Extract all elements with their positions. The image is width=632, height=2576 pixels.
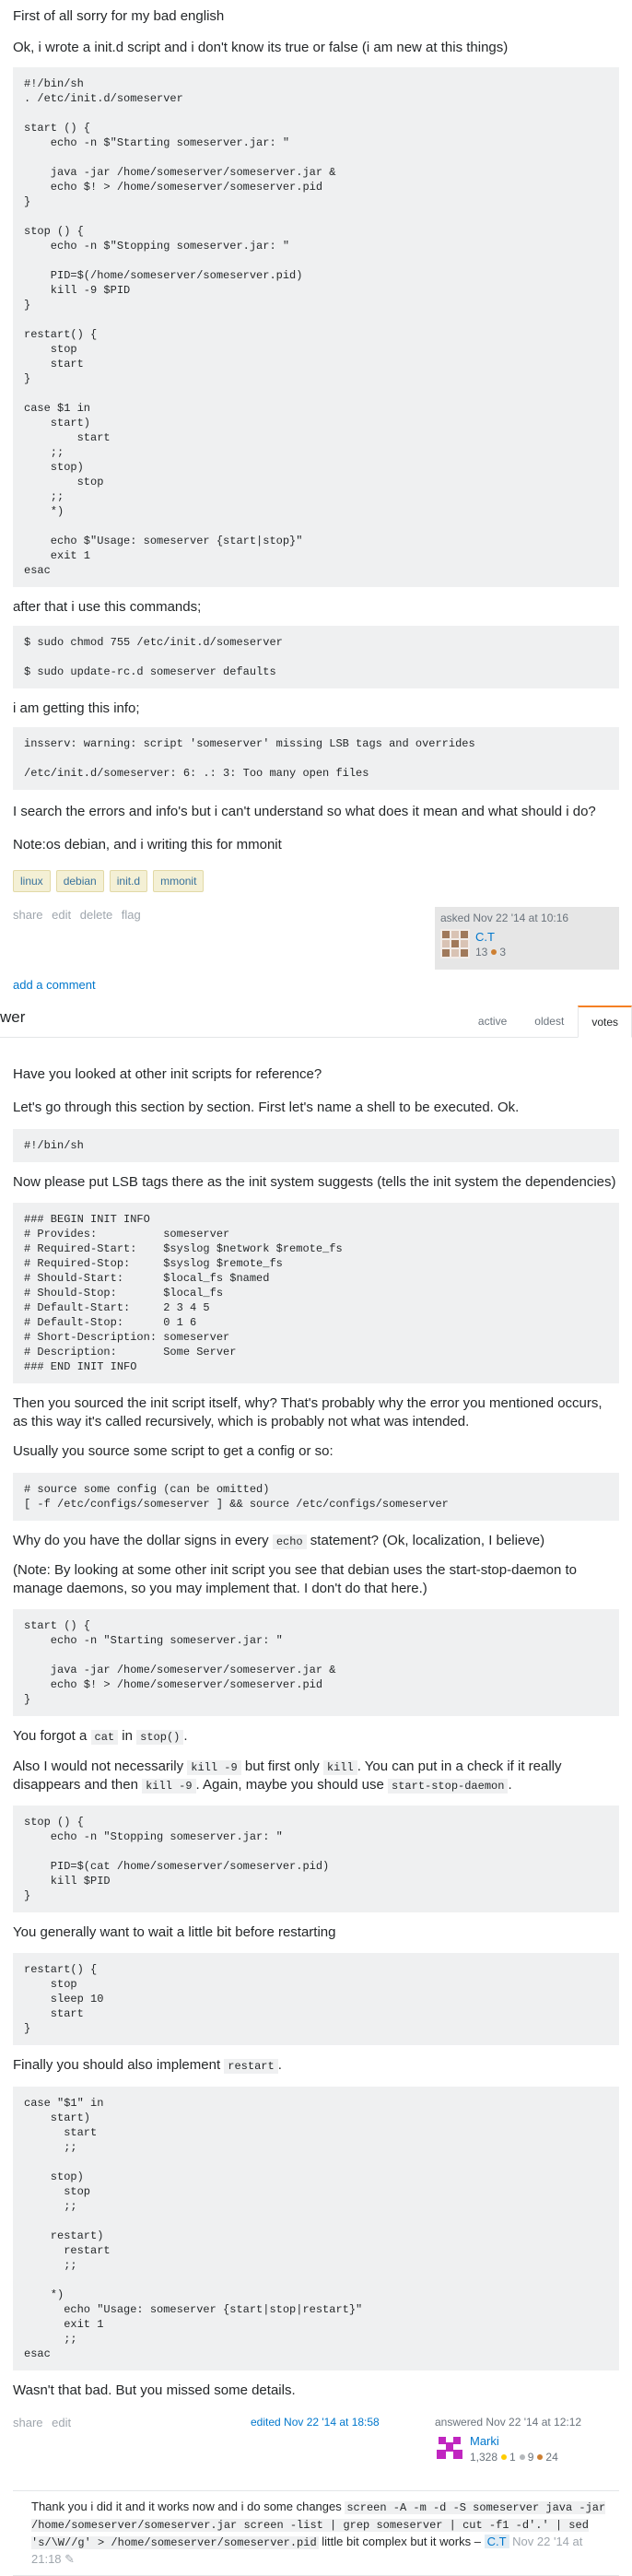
tag-mmonit[interactable]: mmonit xyxy=(153,869,205,892)
user-name-link[interactable]: C.T xyxy=(475,929,506,946)
comment-text-tail: little bit complex but it works – xyxy=(318,2534,481,2548)
answers-count-title: wer xyxy=(0,1008,26,1027)
question-code-block-2: $ sudo chmod 755 /etc/init.d/someserver … xyxy=(13,625,619,688)
reputation-score: 13 xyxy=(475,946,488,959)
inline-code: stop() xyxy=(136,1730,184,1746)
asked-date: asked Nov 22 '14 at 10:16 xyxy=(440,911,569,924)
reputation-score: 1,328 xyxy=(470,2450,498,2464)
answer-paragraph-11: Finally you should also implement restar… xyxy=(13,2057,282,2075)
answer-paragraph-2: Let's go through this section by section… xyxy=(13,1100,520,1116)
inline-code: kill -9 xyxy=(187,1759,241,1775)
inline-code: cat xyxy=(90,1730,119,1746)
answer-paragraph-3: Now please put LSB tags there as the ini… xyxy=(13,1173,616,1190)
answers-header: wer active oldest votes xyxy=(0,1002,632,1039)
flag-link[interactable]: flag xyxy=(122,908,141,922)
question-post-menu: share edit delete flag xyxy=(13,907,146,923)
page: First of all sorry for my bad english Ok… xyxy=(0,0,632,2576)
comment-user-link[interactable]: C.T xyxy=(484,2534,509,2548)
answer-code-block-3: # source some config (can be omitted) [ … xyxy=(13,1472,619,1521)
inline-code: kill xyxy=(322,1759,357,1775)
inline-code: start-stop-daemon xyxy=(388,1778,509,1794)
answer-code-block-6: restart() { stop sleep 10 start } xyxy=(13,1953,619,2046)
comment-text: Thank you i did it and it works now and … xyxy=(31,2499,345,2513)
question-owner-card: asked Nov 22 '14 at 10:16 C.T 13 3 xyxy=(435,906,619,970)
question-paragraph-4: i am getting this info; xyxy=(13,700,140,716)
question-footer: share edit delete flag asked Nov 22 '14 … xyxy=(0,906,632,971)
answer-footer: share edit edited Nov 22 '14 at 18:58 an… xyxy=(0,2415,632,2479)
gold-badge-icon xyxy=(501,2453,508,2460)
answer-post-menu: share edit xyxy=(13,2415,76,2431)
tag-linux[interactable]: linux xyxy=(13,869,51,892)
answer-paragraph-4: Then you sourced the init script itself,… xyxy=(13,1394,603,1430)
bronze-badge-count: 24 xyxy=(545,2450,558,2464)
bronze-badge-icon xyxy=(491,949,497,956)
silver-badge-count: 9 xyxy=(527,2450,534,2464)
answer-paragraph-8: You forgot a cat in stop(). xyxy=(13,1728,188,1746)
answer-code-block-4: start () { echo -n "Starting someserver.… xyxy=(13,1609,619,1717)
user-name-link[interactable]: Marki xyxy=(470,2433,558,2450)
inline-code: echo xyxy=(272,1534,307,1549)
user-reputation: 13 3 xyxy=(475,945,506,959)
share-link[interactable]: share xyxy=(13,908,43,922)
edited-date-link[interactable]: edited Nov 22 '14 at 18:58 xyxy=(251,2415,380,2429)
bronze-badge-icon xyxy=(537,2453,544,2460)
tab-oldest[interactable]: oldest xyxy=(521,1006,578,1038)
avatar[interactable] xyxy=(435,2433,464,2464)
gold-badge-count: 1 xyxy=(509,2450,516,2464)
pencil-icon: ✎ xyxy=(64,2551,76,2566)
answer-paragraph-5: Usually you source some script to get a … xyxy=(13,1443,334,1460)
answer-paragraph-7: (Note: By looking at some other init scr… xyxy=(13,1561,577,1597)
inline-code: restart xyxy=(224,2059,278,2075)
question-paragraph-1: First of all sorry for my bad english xyxy=(13,8,225,24)
question-code-block-1: #!/bin/sh . /etc/init.d/someserver start… xyxy=(13,66,619,587)
answer-paragraph-10: You generally want to wait a little bit … xyxy=(13,1924,336,1941)
answer-paragraph-6: Why do you have the dollar signs in ever… xyxy=(13,1532,545,1549)
question-paragraph-3: after that i use this commands; xyxy=(13,598,202,615)
question-paragraph-6: Note:os debian, and i writing this for m… xyxy=(13,837,282,853)
question-paragraph-5: I search the errors and info's but i can… xyxy=(13,804,596,819)
tag-init-d[interactable]: init.d xyxy=(109,869,148,892)
edit-link[interactable]: edit xyxy=(52,908,71,922)
question-tags: linux debian init.d mmonit xyxy=(0,869,632,892)
question-code-block-3: insserv: warning: script 'someserver' mi… xyxy=(13,727,619,790)
answer-owner-card: answered Nov 22 '14 at 12:12 Marki 1,328… xyxy=(435,2415,619,2464)
tag-debian[interactable]: debian xyxy=(55,869,104,892)
answer-code-block-7: case "$1" in start) start ;; stop) stop … xyxy=(13,2086,619,2370)
answer-sort-tabs: active oldest votes xyxy=(464,1006,632,1039)
answer-code-block-2: ### BEGIN INIT INFO # Provides: someserv… xyxy=(13,1202,619,1383)
delete-link[interactable]: delete xyxy=(80,908,112,922)
share-link[interactable]: share xyxy=(13,2416,43,2429)
tab-active[interactable]: active xyxy=(464,1006,521,1038)
avatar[interactable] xyxy=(440,928,470,959)
edit-link[interactable]: edit xyxy=(52,2416,71,2429)
silver-badge-icon xyxy=(519,2453,525,2460)
answer-paragraph-12: Wasn't that bad. But you missed some det… xyxy=(13,2382,296,2398)
tab-votes[interactable]: votes xyxy=(578,1006,632,1039)
bronze-badge-count: 3 xyxy=(499,946,507,959)
user-reputation: 1,328 1 9 24 xyxy=(470,2450,558,2464)
answer-paragraph-1: Have you looked at other init scripts fo… xyxy=(13,1066,322,1083)
answer-paragraph-9: Also I would not necessarily kill -9 but… xyxy=(13,1758,562,1794)
answer-code-block-1: #!/bin/sh xyxy=(13,1128,619,1162)
inline-code: kill -9 xyxy=(142,1778,196,1794)
question-paragraph-2: Ok, i wrote a init.d script and i don't … xyxy=(13,40,509,56)
answered-date: answered Nov 22 '14 at 12:12 xyxy=(435,2415,582,2429)
comment: Thank you i did it and it works now and … xyxy=(13,2489,619,2576)
add-comment-link[interactable]: add a comment xyxy=(0,977,632,994)
answer-code-block-5: stop () { echo -n "Stopping someserver.j… xyxy=(13,1806,619,1913)
